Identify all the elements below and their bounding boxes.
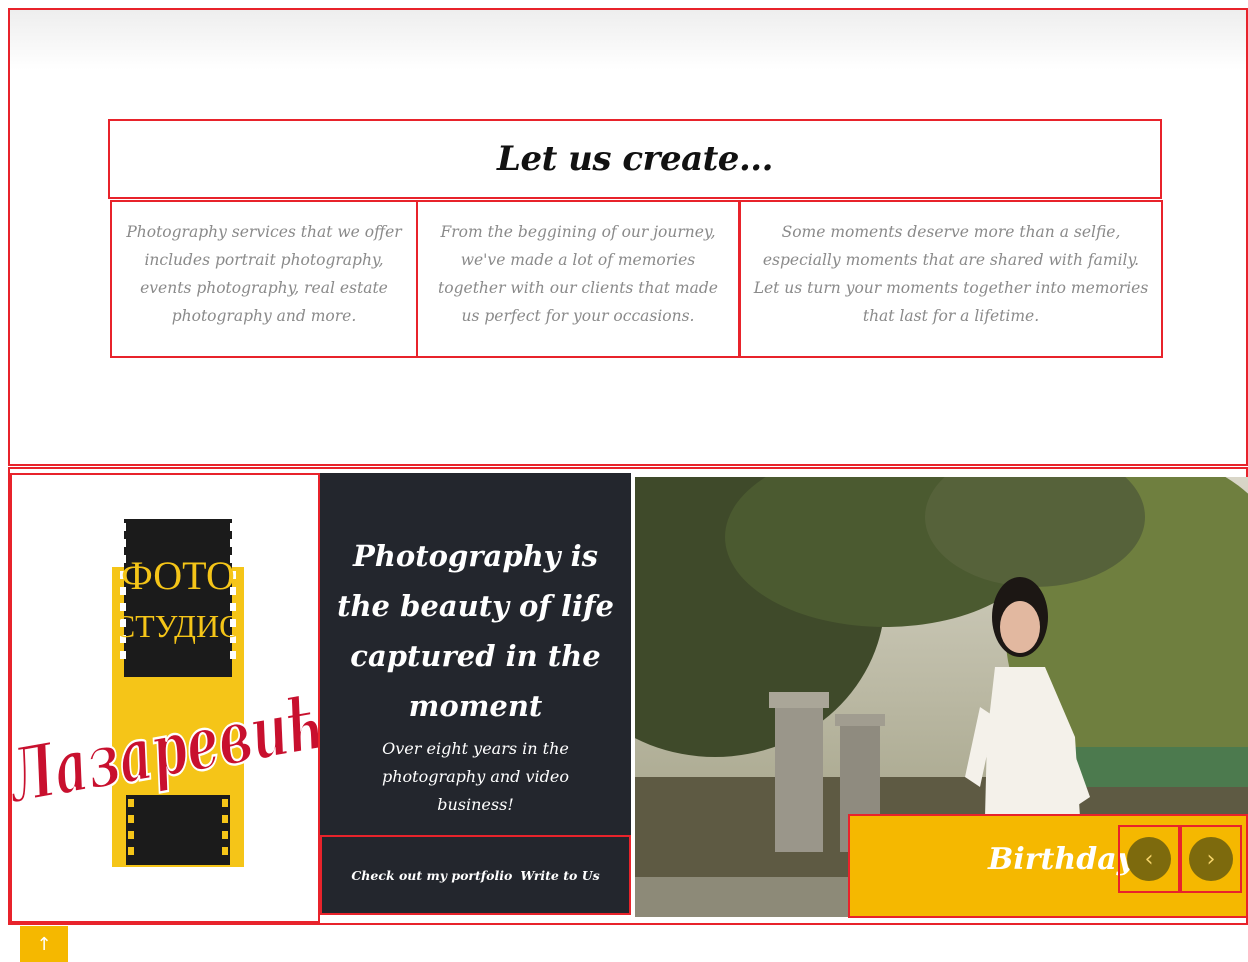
intro-title: Let us create... [497,139,773,179]
scroll-to-top-button[interactable]: ↑ [20,926,68,962]
service-card-2: From the beggining of our journey, we've… [416,200,740,358]
banner-section: ФОТО СТУДИО Лазаревић Photography is the… [0,467,1248,925]
service-card-3: Some moments deserve more than a selfie,… [739,200,1163,358]
contact-link[interactable]: Write to Us [520,868,599,883]
slider-next-button[interactable]: › [1180,825,1242,893]
service-card-text: Photography services that we offer inclu… [126,223,402,325]
intro-section: Let us create... Photography services th… [8,8,1248,466]
tagline-panel: Photography is the beauty of life captur… [320,473,631,915]
service-card-text: From the beggining of our journey, we've… [438,223,718,325]
slider-prev-button[interactable]: ‹ [1118,825,1180,893]
tagline-heading: Photography is the beauty of life captur… [337,539,614,723]
tagline-subtext: Over eight years in the photography and … [381,739,569,814]
logo-middle-text: СТУДИО [114,608,242,644]
chevron-left-icon: ‹ [1127,837,1171,881]
logo-panel: ФОТО СТУДИО Лазаревић [0,473,332,923]
studio-logo: ФОТО СТУДИО Лазаревић [0,519,332,867]
chevron-right-icon: › [1189,837,1233,881]
cta-links: Check out my portfolio Write to Us [320,835,631,915]
service-card-1: Photography services that we offer inclu… [110,200,418,358]
arrow-up-icon: ↑ [36,933,52,955]
slide-caption-bar: Birthdays ‹ › [848,814,1248,918]
portfolio-link[interactable]: Check out my portfolio [351,868,512,883]
intro-title-box: Let us create... [108,119,1162,199]
service-card-text: Some moments deserve more than a selfie,… [753,223,1149,325]
logo-top-text: ФОТО [121,553,235,598]
